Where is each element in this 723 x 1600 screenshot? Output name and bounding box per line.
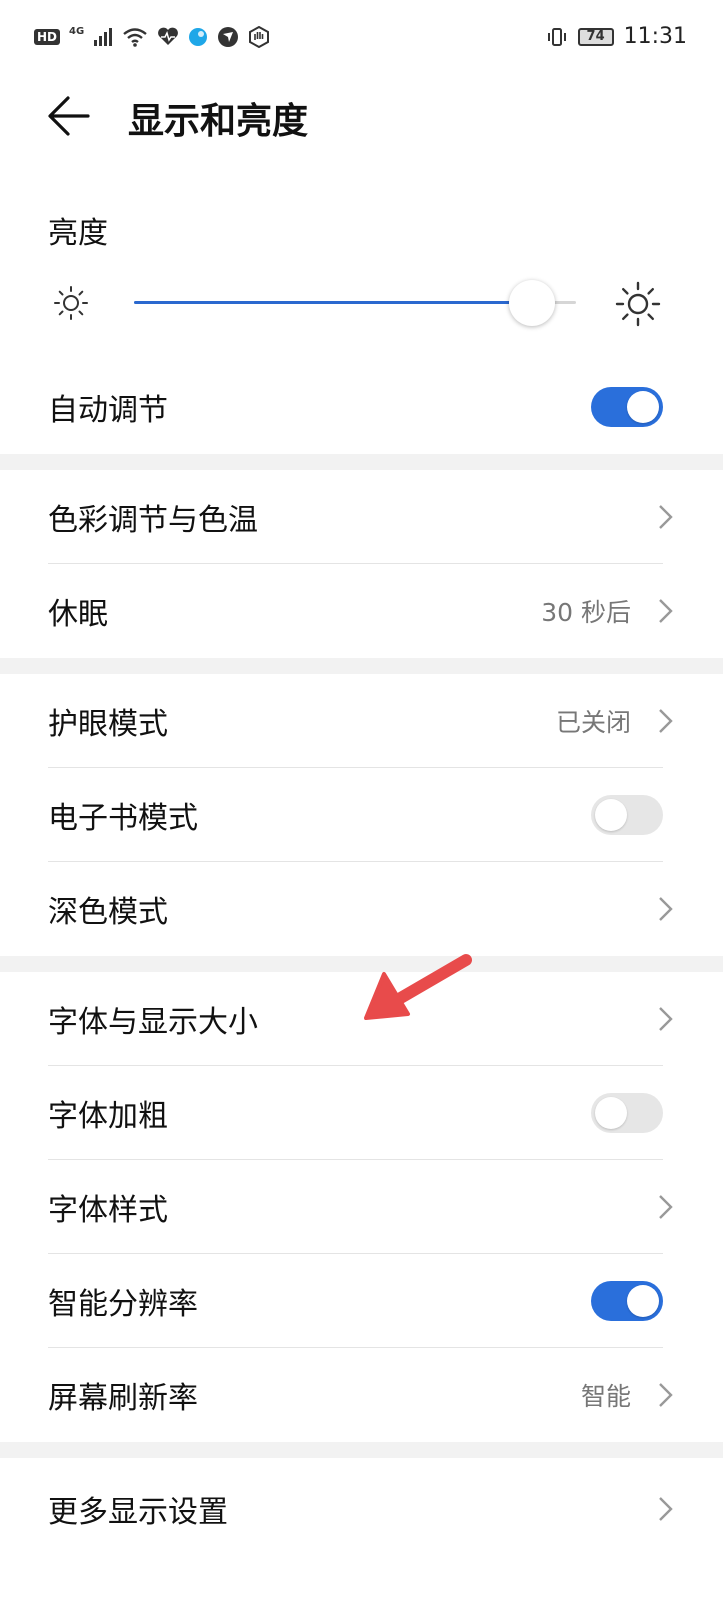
annotation-arrow-icon bbox=[364, 954, 472, 1020]
bold-font-toggle[interactable] bbox=[591, 1093, 663, 1133]
more-display-settings-label: 更多显示设置 bbox=[48, 1495, 228, 1530]
section-gap bbox=[0, 658, 723, 674]
ebook-mode-row[interactable]: 电子书模式 bbox=[0, 768, 723, 862]
back-arrow-icon[interactable] bbox=[46, 94, 94, 138]
sun-small-icon bbox=[54, 286, 88, 320]
section-gap bbox=[0, 454, 723, 470]
chevron-right-icon bbox=[659, 599, 673, 623]
sleep-value: 30 秒后 bbox=[541, 598, 631, 627]
smart-resolution-toggle[interactable] bbox=[591, 1281, 663, 1321]
chevron-right-icon bbox=[659, 709, 673, 733]
font-style-row[interactable]: 字体样式 bbox=[0, 1160, 723, 1254]
smart-resolution-label: 智能分辨率 bbox=[48, 1287, 198, 1322]
signal-icon bbox=[94, 28, 113, 46]
refresh-rate-row[interactable]: 屏幕刷新率 智能 bbox=[0, 1348, 723, 1442]
sun-large-icon bbox=[615, 281, 661, 327]
section-gap bbox=[0, 1442, 723, 1458]
page-header: 显示和亮度 bbox=[0, 86, 723, 146]
page-title: 显示和亮度 bbox=[128, 101, 309, 142]
ebook-mode-label: 电子书模式 bbox=[48, 801, 198, 836]
hand-icon bbox=[249, 26, 270, 48]
status-bar: HD 4G 74 11:31 bbox=[0, 0, 723, 80]
dark-mode-row[interactable]: 深色模式 bbox=[0, 862, 723, 956]
navigation-app-icon bbox=[218, 27, 239, 47]
ebook-mode-toggle[interactable] bbox=[591, 795, 663, 835]
brightness-slider-thumb[interactable] bbox=[508, 280, 555, 326]
eye-comfort-row[interactable]: 护眼模式 已关闭 bbox=[0, 674, 723, 768]
app-notification-icon bbox=[189, 28, 208, 46]
wifi-icon bbox=[123, 28, 147, 47]
bold-font-row[interactable]: 字体加粗 bbox=[0, 1066, 723, 1160]
health-heart-icon bbox=[158, 27, 179, 45]
settings-screen: HD 4G 74 11:31 显示和亮度 亮度 自动调节 色彩调节与色温 休眠 … bbox=[0, 0, 723, 1600]
refresh-rate-value: 智能 bbox=[580, 1382, 631, 1411]
status-left-icons: HD 4G bbox=[34, 26, 270, 48]
sleep-label: 休眠 bbox=[48, 597, 108, 632]
chevron-right-icon bbox=[659, 1383, 673, 1407]
auto-adjust-row[interactable]: 自动调节 bbox=[0, 360, 723, 454]
status-right-icons: 74 11:31 bbox=[546, 24, 687, 49]
brightness-slider-fill bbox=[134, 301, 532, 304]
eye-comfort-label: 护眼模式 bbox=[48, 707, 168, 742]
eye-comfort-value: 已关闭 bbox=[555, 708, 631, 737]
brightness-label: 亮度 bbox=[48, 216, 108, 251]
chevron-right-icon bbox=[659, 1007, 673, 1031]
chevron-right-icon bbox=[659, 897, 673, 921]
font-style-label: 字体样式 bbox=[48, 1193, 168, 1228]
chevron-right-icon bbox=[659, 1195, 673, 1219]
auto-adjust-label: 自动调节 bbox=[48, 393, 168, 428]
more-display-settings-row[interactable]: 更多显示设置 bbox=[0, 1462, 723, 1556]
hd-indicator: HD bbox=[34, 29, 61, 45]
chevron-right-icon bbox=[659, 1497, 673, 1521]
chevron-right-icon bbox=[659, 505, 673, 529]
network-type: 4G bbox=[69, 25, 85, 37]
color-temperature-label: 色彩调节与色温 bbox=[48, 503, 258, 538]
battery-indicator: 74 bbox=[577, 27, 614, 46]
dark-mode-label: 深色模式 bbox=[48, 895, 168, 930]
smart-resolution-row[interactable]: 智能分辨率 bbox=[0, 1254, 723, 1348]
font-and-display-size-label: 字体与显示大小 bbox=[48, 1005, 258, 1040]
color-temperature-row[interactable]: 色彩调节与色温 bbox=[0, 470, 723, 564]
refresh-rate-label: 屏幕刷新率 bbox=[48, 1381, 198, 1416]
clock: 11:31 bbox=[623, 24, 687, 49]
auto-adjust-toggle[interactable] bbox=[591, 387, 663, 427]
bold-font-label: 字体加粗 bbox=[48, 1099, 168, 1134]
vibrate-icon bbox=[547, 27, 566, 46]
sleep-row[interactable]: 休眠 30 秒后 bbox=[0, 564, 723, 658]
